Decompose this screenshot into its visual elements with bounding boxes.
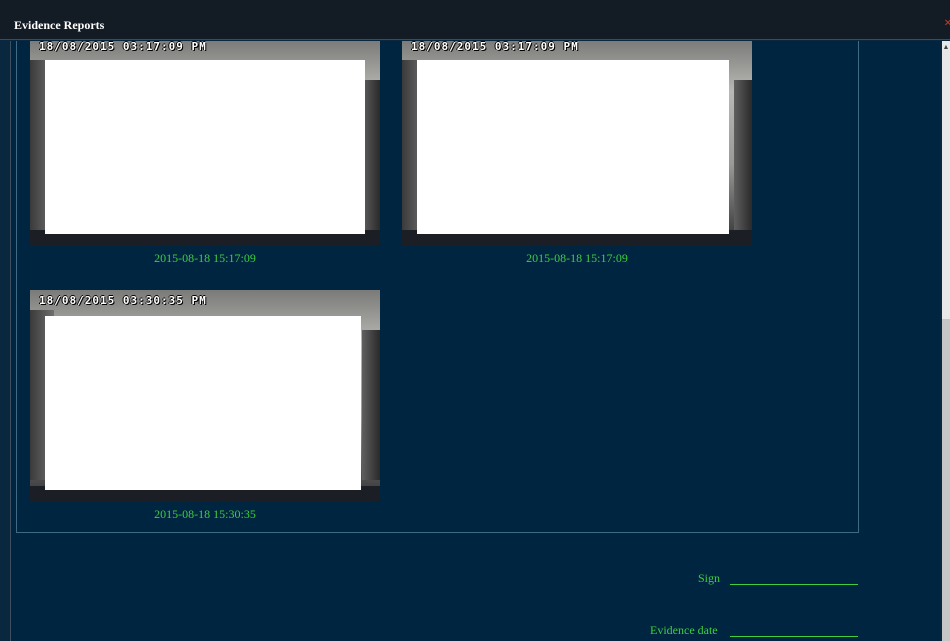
- evidence-item: 18/08/2015 03:17:09 PM 2015-08-18 15:17:…: [402, 41, 752, 266]
- evidence-panel: 18/08/2015 03:17:09 PM 2015-08-18 15:17:…: [16, 41, 859, 533]
- scroll-up-icon[interactable]: ▲: [942, 43, 950, 51]
- sign-field[interactable]: [730, 584, 858, 585]
- evidence-image[interactable]: 18/08/2015 03:17:09 PM: [30, 41, 380, 246]
- evidence-caption: 2015-08-18 15:17:09: [526, 251, 628, 265]
- redacted-area: [45, 60, 365, 234]
- left-border: [10, 41, 11, 641]
- window-title: Evidence Reports: [14, 18, 105, 32]
- report-content: 18/08/2015 03:17:09 PM 2015-08-18 15:17:…: [10, 41, 940, 641]
- evidence-item: 18/08/2015 03:30:35 PM 2015-08-18 15:30:…: [30, 290, 380, 522]
- sign-label: Sign: [698, 571, 721, 585]
- scrollbar-thumb[interactable]: [942, 319, 950, 641]
- title-bar: Evidence Reports ×: [0, 0, 950, 40]
- evidence-item: 18/08/2015 03:17:09 PM 2015-08-18 15:17:…: [30, 41, 380, 266]
- evidence-date-label: Evidence date: [650, 623, 718, 637]
- close-icon[interactable]: ×: [944, 16, 950, 32]
- camera-timestamp: 18/08/2015 03:17:09 PM: [39, 41, 207, 53]
- redacted-area: [45, 316, 361, 490]
- camera-timestamp: 18/08/2015 03:30:35 PM: [39, 294, 207, 307]
- evidence-date-field[interactable]: [730, 636, 858, 637]
- evidence-caption: 2015-08-18 15:17:09: [154, 251, 256, 265]
- evidence-caption: 2015-08-18 15:30:35: [154, 507, 256, 521]
- vertical-scrollbar[interactable]: ▲: [942, 41, 950, 641]
- camera-timestamp: 18/08/2015 03:17:09 PM: [411, 41, 579, 53]
- evidence-image[interactable]: 18/08/2015 03:17:09 PM: [402, 41, 752, 246]
- evidence-image[interactable]: 18/08/2015 03:30:35 PM: [30, 290, 380, 502]
- redacted-area: [417, 60, 729, 234]
